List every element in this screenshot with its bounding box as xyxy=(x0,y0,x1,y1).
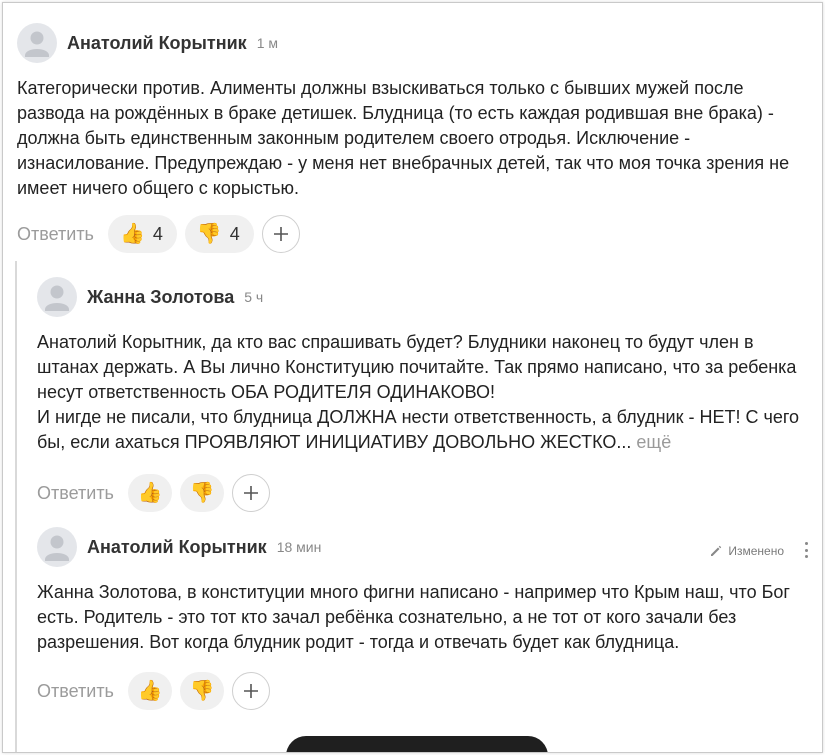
comment-author[interactable]: Анатолий Корытник xyxy=(87,537,267,558)
add-reaction-button[interactable] xyxy=(261,215,300,253)
comment-text: Категорически против. Алименты должны вз… xyxy=(17,78,790,198)
comment-text-paragraph: Анатолий Корытник, да кто вас спрашивать… xyxy=(37,332,797,402)
comment-2: Жанна Золотова 5 ч Анатолий Корытник, да… xyxy=(37,277,812,513)
like-button[interactable]: 👍 4 xyxy=(107,215,177,253)
avatar[interactable] xyxy=(37,527,77,567)
avatar[interactable] xyxy=(37,277,77,317)
like-count: 4 xyxy=(152,223,163,244)
like-button[interactable]: 👍 xyxy=(127,474,172,512)
comment-time: 18 мин xyxy=(276,539,322,555)
comment-header: Жанна Золотова 5 ч xyxy=(37,277,812,317)
plus-icon xyxy=(243,684,258,698)
add-reaction-button[interactable] xyxy=(231,474,270,512)
dislike-button[interactable]: 👎 xyxy=(179,474,224,512)
user-avatar-icon xyxy=(45,285,69,311)
user-avatar-icon xyxy=(25,31,49,57)
thread-line xyxy=(15,261,17,752)
comment-3: Анатолий Корытник 18 мин Жанна Золотова,… xyxy=(37,527,807,711)
thumbs-up-icon: 👍 xyxy=(137,680,163,702)
reply-button[interactable]: Ответить xyxy=(37,483,114,504)
comment-text: Жанна Золотова, в конституции много фигн… xyxy=(37,582,790,652)
user-avatar-icon xyxy=(45,535,69,561)
dislike-button[interactable]: 👎 xyxy=(179,672,224,710)
comment-text: Анатолий Корытник, да кто вас спрашивать… xyxy=(37,330,812,455)
comment-actions: Ответить 👍 👎 xyxy=(37,473,812,513)
comment-author[interactable]: Жанна Золотова xyxy=(87,287,234,308)
floating-bar[interactable] xyxy=(286,736,548,752)
plus-icon xyxy=(243,486,258,500)
comment-header: Анатолий Корытник 1 м xyxy=(17,23,807,63)
dislike-button[interactable]: 👎 4 xyxy=(184,215,254,253)
show-more-link[interactable]: ещё xyxy=(636,432,671,452)
add-reaction-button[interactable] xyxy=(231,672,270,710)
avatar[interactable] xyxy=(17,23,57,63)
reply-button[interactable]: Ответить xyxy=(37,681,114,702)
reply-button[interactable]: Ответить xyxy=(17,224,94,245)
comment-time: 5 ч xyxy=(244,289,264,305)
comment-time: 1 м xyxy=(256,35,278,51)
comment-actions: Ответить 👍 4 👎 4 xyxy=(17,214,807,254)
thumbs-up-icon: 👍 xyxy=(137,482,163,504)
comment-1: Анатолий Корытник 1 м Категорически прот… xyxy=(17,23,807,254)
dislike-count: 4 xyxy=(229,223,240,244)
like-button[interactable]: 👍 xyxy=(127,672,172,710)
comment-text-paragraph: И нигде не писали, что блудница ДОЛЖНА н… xyxy=(37,405,812,455)
thumbs-down-icon: 👎 xyxy=(189,680,215,702)
comment-text-truncated: И нигде не писали, что блудница ДОЛЖНА н… xyxy=(37,407,800,452)
comments-panel: Анатолий Корытник 1 м Категорически прот… xyxy=(2,2,823,753)
thumbs-down-icon: 👎 xyxy=(189,482,215,504)
thumbs-up-icon: 👍 xyxy=(119,223,145,245)
plus-icon xyxy=(273,227,288,241)
comment-header: Анатолий Корытник 18 мин xyxy=(37,527,807,567)
thumbs-down-icon: 👎 xyxy=(196,223,222,245)
comment-actions: Ответить 👍 👎 xyxy=(37,671,807,711)
comment-author[interactable]: Анатолий Корытник xyxy=(67,33,247,54)
